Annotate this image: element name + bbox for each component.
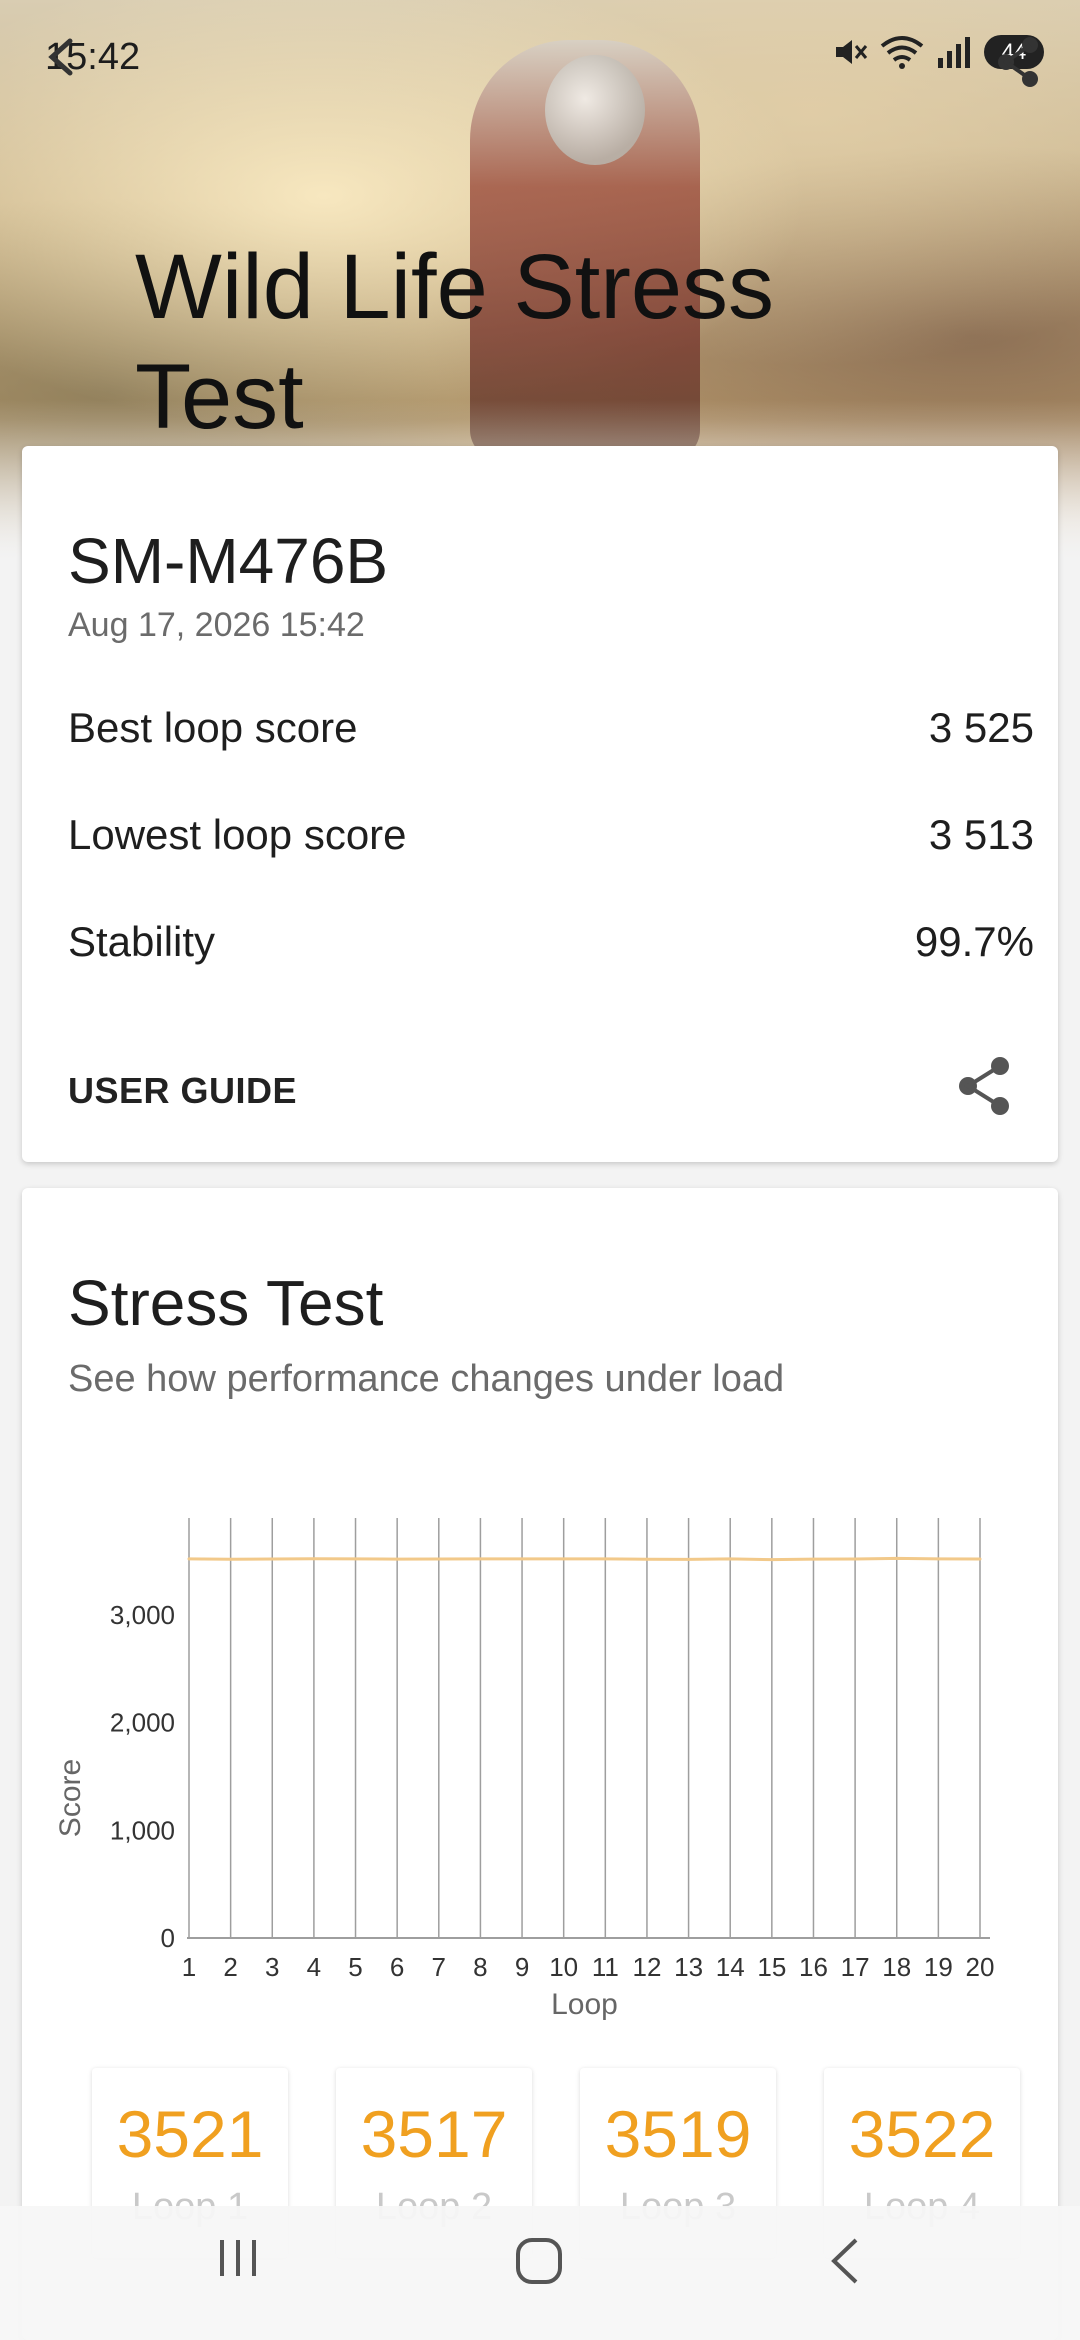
lowest-loop-value: 3 513: [928, 811, 1034, 858]
loop-score-value: 3517: [360, 2097, 508, 2171]
x-tick-label: 9: [515, 1952, 529, 1982]
stress-test-card: Stress Test See how performance changes …: [22, 1188, 1058, 2340]
home-icon[interactable]: [514, 2236, 564, 2286]
recent-apps-icon[interactable]: [216, 2236, 260, 2280]
x-tick-label: 1: [182, 1952, 196, 1982]
score-point: [936, 1557, 940, 1561]
score-point: [770, 1558, 774, 1562]
score-series-line: [188, 1556, 981, 1562]
best-loop-row: Best loop score 3 525: [68, 704, 1034, 764]
stability-label: Stability: [68, 918, 216, 965]
signal-icon: [938, 37, 970, 68]
score-point: [187, 1557, 191, 1561]
x-tick-label: 19: [924, 1952, 953, 1982]
x-tick-label: 4: [307, 1952, 321, 1982]
x-tick-label: 17: [841, 1952, 870, 1982]
wifi-icon: [880, 36, 924, 69]
stability-value: 99.7%: [914, 918, 1034, 965]
score-point: [895, 1556, 899, 1560]
y-tick-label: 1,000: [110, 1815, 175, 1845]
x-tick-label: 13: [674, 1952, 703, 1982]
score-point: [853, 1557, 857, 1561]
score-point: [395, 1557, 399, 1561]
x-tick-label: 16: [799, 1952, 828, 1982]
x-tick-label: 6: [390, 1952, 404, 1982]
score-point: [645, 1557, 649, 1561]
loop-score-value: 3521: [116, 2097, 264, 2171]
score-point: [437, 1557, 441, 1561]
score-point: [478, 1557, 482, 1561]
x-tick-label: 2: [223, 1952, 237, 1982]
back-arrow-icon[interactable]: [40, 35, 84, 79]
score-point: [811, 1557, 815, 1561]
score-point: [354, 1557, 358, 1561]
score-point: [229, 1557, 233, 1561]
x-tick-label: 18: [882, 1952, 911, 1982]
x-tick-label: 3: [265, 1952, 279, 1982]
best-loop-label: Best loop score: [68, 704, 358, 751]
y-axis-label: Score: [54, 1759, 87, 1837]
x-axis-label: Loop: [551, 1988, 618, 2021]
x-tick-label: 14: [716, 1952, 745, 1982]
score-point: [603, 1557, 607, 1561]
x-tick-label: 15: [757, 1952, 786, 1982]
back-icon[interactable]: [824, 2236, 864, 2286]
score-point: [687, 1557, 691, 1561]
lowest-loop-row: Lowest loop score 3 513: [68, 811, 1034, 871]
stress-test-title: Stress Test: [68, 1267, 384, 1339]
score-point: [728, 1557, 732, 1561]
loop-score-value: 3522: [848, 2097, 996, 2171]
navigation-bar: [0, 2206, 1080, 2340]
score-point: [978, 1557, 982, 1561]
summary-card: SM-M476B Aug 17, 2026 15:42 Best loop sc…: [22, 446, 1058, 1162]
share-icon[interactable]: [996, 36, 1040, 88]
mute-icon: [836, 40, 868, 64]
stress-test-subtitle: See how performance changes under load: [68, 1358, 785, 1400]
y-tick-label: 0: [161, 1923, 175, 1953]
best-loop-value: 3 525: [928, 704, 1034, 751]
y-tick-label: 2,000: [110, 1708, 175, 1738]
score-point: [312, 1557, 316, 1561]
x-tick-label: 12: [632, 1952, 661, 1982]
stability-row: Stability 99.7%: [68, 918, 1034, 978]
x-tick-label: 7: [432, 1952, 446, 1982]
lowest-loop-label: Lowest loop score: [68, 811, 407, 858]
x-tick-label: 11: [592, 1952, 619, 1982]
x-tick-label: 20: [966, 1952, 995, 1982]
loop-score-value: 3519: [604, 2097, 752, 2171]
user-guide-button[interactable]: USER GUIDE: [68, 1070, 297, 1112]
device-name: SM-M476B: [68, 525, 389, 597]
score-point: [562, 1557, 566, 1561]
x-tick-label: 8: [473, 1952, 487, 1982]
y-tick-label: 3,000: [110, 1600, 175, 1630]
score-line-chart: 01,0002,0003,0001 2 3 4 5 6 7 8 9 10 11 12 13 14 15 16 1…: [54, 1518, 995, 2021]
page-title: Wild Life Stress Test: [135, 235, 775, 448]
x-tick-label: 10: [549, 1952, 578, 1982]
x-tick-label: 5: [348, 1952, 362, 1982]
score-point: [520, 1557, 524, 1561]
status-bar: 15:42 44: [0, 0, 1080, 110]
test-date: Aug 17, 2026 15:42: [68, 606, 365, 644]
share-icon[interactable]: [956, 1056, 1012, 1116]
score-point: [270, 1557, 274, 1561]
